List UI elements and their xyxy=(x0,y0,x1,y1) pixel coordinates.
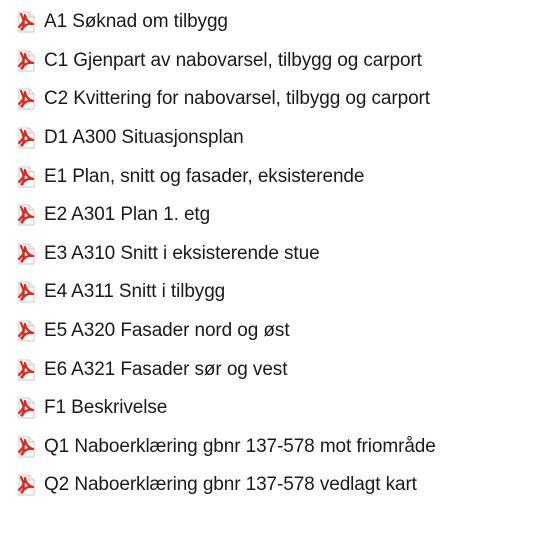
list-item[interactable]: E6 A321 Fasader sør og vest xyxy=(0,350,555,389)
pdf-icon xyxy=(16,88,36,110)
list-item[interactable]: C1 Gjenpart av nabovarsel, tilbygg og ca… xyxy=(0,42,555,81)
file-name: Q2 Naboerklæring gbnr 137-578 vedlagt ka… xyxy=(44,474,417,496)
list-item[interactable]: A1 Søknad om tilbygg xyxy=(0,3,555,42)
pdf-icon xyxy=(16,474,36,496)
list-item[interactable]: D1 A300 Situasjonsplan xyxy=(0,119,555,158)
list-item[interactable]: C2 Kvittering for nabovarsel, tilbygg og… xyxy=(0,80,555,119)
file-name: E1 Plan, snitt og fasader, eksisterende xyxy=(44,165,365,187)
file-name: E3 A310 Snitt i eksisterende stue xyxy=(44,242,320,264)
pdf-icon xyxy=(16,436,36,458)
pdf-icon xyxy=(16,281,36,303)
list-item[interactable]: Q2 Naboerklæring gbnr 137-578 vedlagt ka… xyxy=(0,466,555,505)
list-item[interactable]: Q1 Naboerklæring gbnr 137-578 mot friomr… xyxy=(0,428,555,467)
file-name: E4 A311 Snitt i tilbygg xyxy=(44,281,226,303)
pdf-icon xyxy=(16,320,36,342)
file-list: A1 Søknad om tilbygg C1 Gjenpart av nabo… xyxy=(0,3,555,505)
file-name: F1 Beskrivelse xyxy=(44,397,168,419)
file-name: Q1 Naboerklæring gbnr 137-578 mot friomr… xyxy=(44,435,436,457)
pdf-icon xyxy=(16,359,36,381)
pdf-icon xyxy=(16,397,36,419)
file-name: C1 Gjenpart av nabovarsel, tilbygg og ca… xyxy=(44,49,422,71)
file-name: E2 A301 Plan 1. etg xyxy=(44,204,211,226)
list-item[interactable]: F1 Beskrivelse xyxy=(0,389,555,428)
pdf-icon xyxy=(16,11,36,33)
pdf-icon xyxy=(16,127,36,149)
pdf-icon xyxy=(16,50,36,72)
list-item[interactable]: E2 A301 Plan 1. etg xyxy=(0,196,555,235)
pdf-icon xyxy=(16,243,36,265)
file-name: A1 Søknad om tilbygg xyxy=(44,11,228,33)
file-name: E5 A320 Fasader nord og øst xyxy=(44,320,290,342)
file-name: C2 Kvittering for nabovarsel, tilbygg og… xyxy=(44,88,430,110)
list-item[interactable]: E1 Plan, snitt og fasader, eksisterende xyxy=(0,157,555,196)
list-item[interactable]: E3 A310 Snitt i eksisterende stue xyxy=(0,235,555,274)
file-name: E6 A321 Fasader sør og vest xyxy=(44,358,288,380)
file-name: D1 A300 Situasjonsplan xyxy=(44,127,244,149)
pdf-icon xyxy=(16,166,36,188)
pdf-icon xyxy=(16,204,36,226)
list-item[interactable]: E5 A320 Fasader nord og øst xyxy=(0,312,555,351)
list-item[interactable]: E4 A311 Snitt i tilbygg xyxy=(0,273,555,312)
